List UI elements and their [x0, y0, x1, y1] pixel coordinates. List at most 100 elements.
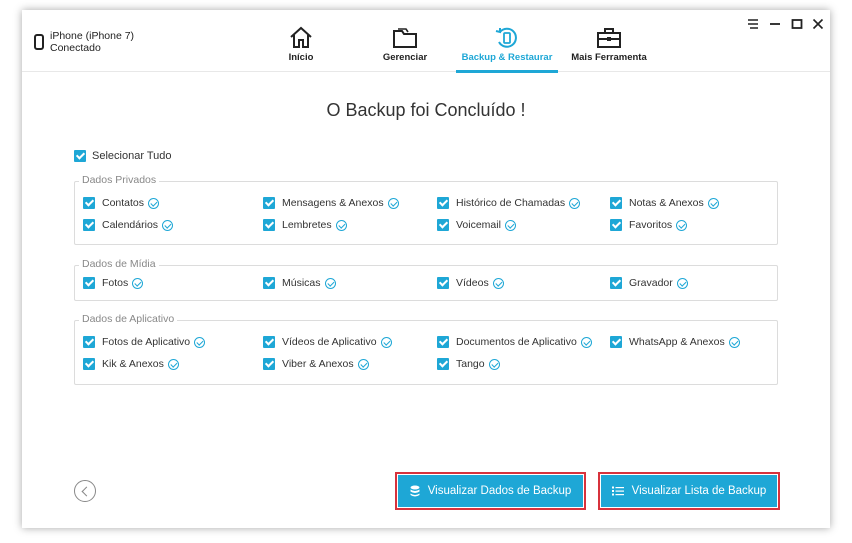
checkbox-icon — [610, 277, 622, 289]
item-label: Lembretes — [282, 219, 332, 231]
item-kik[interactable]: Kik & Anexos — [83, 358, 179, 370]
item-label: Fotos — [102, 277, 129, 289]
tab-gerenciar[interactable]: Gerenciar — [366, 10, 444, 72]
success-check-icon — [324, 277, 336, 289]
success-check-icon — [162, 219, 174, 231]
success-check-icon — [728, 336, 740, 348]
success-check-icon — [132, 277, 144, 289]
checkbox-icon — [83, 277, 95, 289]
success-check-icon — [504, 219, 516, 231]
item-label: Tango — [456, 358, 485, 370]
checkbox-icon — [610, 336, 622, 348]
success-check-icon — [335, 219, 347, 231]
item-label: Vídeos de Aplicativo — [282, 336, 377, 348]
select-all-checkbox[interactable]: Selecionar Tudo — [74, 150, 172, 162]
minimize-icon[interactable] — [768, 18, 782, 32]
item-mensagens[interactable]: Mensagens & Anexos — [263, 197, 399, 209]
tab-mais-ferramenta[interactable]: Mais Ferramenta — [568, 10, 650, 72]
list-icon — [611, 486, 624, 496]
tab-label: Mais Ferramenta — [571, 52, 647, 63]
item-lembretes[interactable]: Lembretes — [263, 219, 347, 231]
item-favoritos[interactable]: Favoritos — [610, 219, 688, 231]
checkbox-icon — [437, 358, 449, 370]
checkbox-icon — [263, 358, 275, 370]
tab-inicio[interactable]: Início — [262, 10, 340, 72]
item-notas[interactable]: Notas & Anexos — [610, 197, 719, 209]
item-gravador[interactable]: Gravador — [610, 277, 688, 289]
checkbox-icon — [437, 277, 449, 289]
item-label: Gravador — [629, 277, 673, 289]
checkbox-icon — [437, 336, 449, 348]
item-videos-aplicativo[interactable]: Vídeos de Aplicativo — [263, 336, 392, 348]
home-icon — [290, 26, 312, 48]
tab-label: Gerenciar — [382, 52, 428, 63]
back-button[interactable] — [74, 480, 96, 502]
toolbox-icon — [597, 28, 621, 48]
active-tab-indicator — [456, 70, 558, 73]
device-name: iPhone (iPhone 7) — [50, 30, 135, 42]
item-label: Fotos de Aplicativo — [102, 336, 191, 348]
checkbox-icon — [263, 219, 275, 231]
checkbox-icon — [437, 197, 449, 209]
button-label: Visualizar Dados de Backup — [427, 485, 572, 497]
tab-label: Início — [288, 52, 314, 63]
item-label: Mensagens & Anexos — [282, 197, 384, 209]
item-videos[interactable]: Vídeos — [437, 277, 504, 289]
button-label: Visualizar Lista de Backup — [631, 485, 767, 497]
device-status: Conectado — [50, 42, 101, 54]
item-label: Viber & Anexos — [282, 358, 354, 370]
phone-icon — [34, 34, 44, 50]
success-check-icon — [580, 336, 592, 348]
success-check-icon — [167, 358, 179, 370]
item-musicas[interactable]: Músicas — [263, 277, 336, 289]
top-bar: iPhone (iPhone 7) Conectado Início Geren… — [22, 10, 830, 73]
maximize-icon[interactable] — [790, 18, 804, 32]
item-whatsapp[interactable]: WhatsApp & Anexos — [610, 336, 740, 348]
item-label: Favoritos — [629, 219, 673, 231]
folder-icon — [393, 28, 417, 48]
item-label: Músicas — [282, 277, 321, 289]
item-historico-chamadas[interactable]: Histórico de Chamadas — [437, 197, 581, 209]
group-legend: Dados de Mídia — [79, 258, 159, 270]
success-check-icon — [707, 197, 719, 209]
item-fotos-aplicativo[interactable]: Fotos de Aplicativo — [83, 336, 206, 348]
group-legend: Dados Privados — [79, 174, 160, 186]
menu-icon[interactable] — [746, 18, 760, 32]
device-info[interactable]: iPhone (iPhone 7) Conectado — [34, 30, 134, 54]
checkbox-icon — [263, 336, 275, 348]
success-check-icon — [194, 336, 206, 348]
item-viber[interactable]: Viber & Anexos — [263, 358, 369, 370]
checkbox-icon — [83, 219, 95, 231]
item-label: Histórico de Chamadas — [456, 197, 566, 209]
group-private-data: Dados Privados Contatos Mensagens & Anex… — [74, 174, 778, 245]
success-check-icon — [357, 358, 369, 370]
tab-backup-restaurar[interactable]: Backup & Restaurar — [456, 10, 558, 73]
item-label: Contatos — [102, 197, 145, 209]
item-contatos[interactable]: Contatos — [83, 197, 160, 209]
item-label: Calendários — [102, 219, 159, 231]
success-check-icon — [569, 197, 581, 209]
success-check-icon — [148, 197, 160, 209]
success-check-icon — [676, 277, 688, 289]
app-window: iPhone (iPhone 7) Conectado Início Geren… — [22, 10, 830, 528]
close-icon[interactable] — [811, 18, 825, 32]
checkbox-icon — [83, 358, 95, 370]
checkbox-icon — [83, 197, 95, 209]
group-legend: Dados de Aplicativo — [79, 313, 178, 325]
item-voicemail[interactable]: Voicemail — [437, 219, 516, 231]
view-backup-data-button[interactable]: Visualizar Dados de Backup — [395, 472, 586, 510]
item-fotos[interactable]: Fotos — [83, 277, 144, 289]
item-calendarios[interactable]: Calendários — [83, 219, 174, 231]
select-all-label: Selecionar Tudo — [92, 150, 172, 162]
view-backup-list-button[interactable]: Visualizar Lista de Backup — [598, 472, 780, 510]
checkbox-icon — [437, 219, 449, 231]
database-icon — [410, 485, 420, 497]
checkbox-icon — [263, 197, 275, 209]
checkbox-icon — [610, 197, 622, 209]
item-label: Documentos de Aplicativo — [456, 336, 577, 348]
group-app-data: Dados de Aplicativo Fotos de Aplicativo … — [74, 313, 778, 385]
item-documentos-aplicativo[interactable]: Documentos de Aplicativo — [437, 336, 592, 348]
item-tango[interactable]: Tango — [437, 358, 500, 370]
item-label: Voicemail — [456, 219, 501, 231]
success-check-icon — [387, 197, 399, 209]
